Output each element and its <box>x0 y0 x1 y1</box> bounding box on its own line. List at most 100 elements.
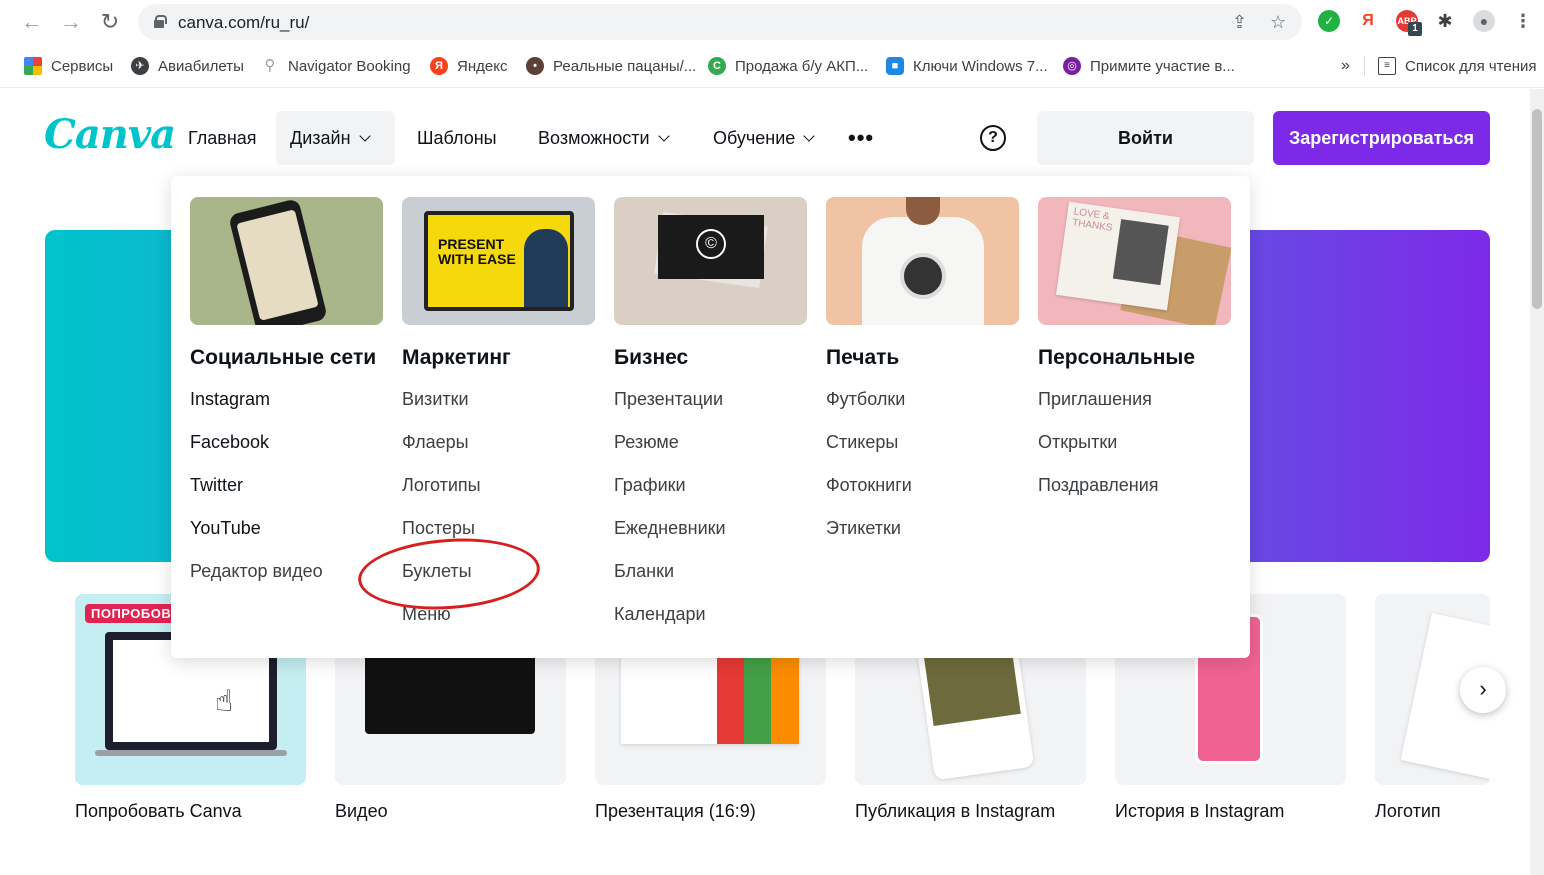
laptop-mockup: PRESENT WITH EASE <box>424 211 574 311</box>
design-dropdown-menu: Социальные сети Instagram Facebook Twitt… <box>171 176 1250 658</box>
tshirt-shape <box>862 217 984 325</box>
nav-label: Возможности <box>538 128 650 148</box>
personal-image[interactable]: LOVE & THANKS <box>1038 197 1231 325</box>
canva-logo[interactable]: Canva <box>44 111 176 158</box>
bookmark-divider <box>1364 56 1365 76</box>
page-scrollbar[interactable] <box>1530 89 1544 875</box>
bookmark-label: Реальные пацаны/... <box>553 57 697 75</box>
menu-link-video-editor[interactable]: Редактор видео <box>190 550 383 593</box>
bookmark-label: Navigator Booking <box>288 57 411 75</box>
more-dots-icon[interactable]: ••• <box>848 111 874 165</box>
address-bar[interactable]: canva.com/ru_ru/ ⇪ ☆ <box>138 4 1302 40</box>
bookmark-windows-keys[interactable]: ■ Ключи Windows 7... <box>886 56 1048 76</box>
menu-link-greetings[interactable]: Поздравления <box>1038 464 1231 507</box>
login-button[interactable]: Войти <box>1037 111 1254 165</box>
signup-button[interactable]: Зарегистрироваться <box>1273 111 1490 165</box>
reading-list-icon: ≡ <box>1378 57 1396 75</box>
menu-link-tshirts[interactable]: Футболки <box>826 378 1019 421</box>
menu-heading[interactable]: Бизнес <box>614 346 807 370</box>
reload-icon[interactable]: ↻ <box>98 10 122 34</box>
bookmark-navigator[interactable]: ⚲ Navigator Booking <box>261 56 411 76</box>
phone-mockup <box>228 198 328 325</box>
marketing-image[interactable]: PRESENT WITH EASE <box>402 197 595 325</box>
c-green-icon: C <box>708 57 726 75</box>
menu-link-twitter[interactable]: Twitter <box>190 464 383 507</box>
menu-heading[interactable]: Маркетинг <box>402 346 595 370</box>
menu-heading[interactable]: Персональные <box>1038 346 1231 370</box>
nav-label: Главная <box>188 128 257 148</box>
business-image[interactable]: © <box>614 197 807 325</box>
menu-link-presentations[interactable]: Презентации <box>614 378 807 421</box>
card-label: Презентация (16:9) <box>595 801 756 821</box>
card-label: Публикация в Instagram <box>855 801 1056 821</box>
scrollbar-thumb[interactable] <box>1532 109 1542 309</box>
menu-heading[interactable]: Социальные сети <box>190 346 383 370</box>
more-bookmarks-icon[interactable]: » <box>1341 56 1350 76</box>
menu-link-stickers[interactable]: Стикеры <box>826 421 1019 464</box>
menu-link-youtube[interactable]: YouTube <box>190 507 383 550</box>
bookmark-yandex[interactable]: Я Яндекс <box>430 56 507 76</box>
url-text: canva.com/ru_ru/ <box>178 13 310 32</box>
carousel-next-button[interactable]: › <box>1460 667 1506 713</box>
nav-templates[interactable]: Шаблоны <box>403 111 511 165</box>
menu-link-logos[interactable]: Логотипы <box>402 464 595 507</box>
yandex-extension-icon[interactable]: Я <box>1357 10 1379 32</box>
slide-photos <box>717 644 799 744</box>
bookmark-participate[interactable]: ◎ Примите участие в... <box>1063 56 1235 76</box>
bookmark-flights[interactable]: ✈ Авиабилеты <box>131 56 244 76</box>
chevron-down-icon <box>358 130 371 142</box>
menu-heading[interactable]: Печать <box>826 346 1019 370</box>
social-image[interactable] <box>190 197 383 325</box>
target-icon: ◎ <box>1063 57 1081 75</box>
bookmark-label: Примите участие в... <box>1090 57 1235 75</box>
yandex-icon: Я <box>430 57 448 75</box>
nav-design[interactable]: Дизайн <box>276 111 395 165</box>
menu-column-business: © Бизнес Презентации Резюме Графики Ежед… <box>614 197 807 636</box>
check-extension-icon[interactable]: ✓ <box>1318 10 1340 32</box>
tshirt-print <box>900 253 946 299</box>
bookmark-label: Ключи Windows 7... <box>913 57 1048 75</box>
menu-link-instagram[interactable]: Instagram <box>190 378 383 421</box>
reading-list[interactable]: ≡ Список для чтения <box>1378 56 1537 76</box>
bookmark-real-guys[interactable]: • Реальные пацаны/... <box>526 56 696 76</box>
help-icon[interactable]: ? <box>980 125 1006 151</box>
back-arrow-icon[interactable]: ← <box>20 10 44 34</box>
bookmark-akp[interactable]: C Продажа б/у АКП... <box>708 56 868 76</box>
menu-link-business-cards[interactable]: Визитки <box>402 378 595 421</box>
menu-link-calendars[interactable]: Календари <box>614 593 807 636</box>
puzzle-icon[interactable]: ✱ <box>1434 10 1456 32</box>
menu-link-facebook[interactable]: Facebook <box>190 421 383 464</box>
menu-link-resume[interactable]: Резюме <box>614 421 807 464</box>
bookmark-label: Авиабилеты <box>158 57 244 75</box>
nav-home[interactable]: Главная <box>174 111 271 165</box>
canva-page: ☝ ПОПРОБОВА Попробовать Canva »» Видео П… <box>0 89 1544 875</box>
nav-learn[interactable]: Обучение <box>699 111 827 165</box>
menu-link-flyers[interactable]: Флаеры <box>402 421 595 464</box>
adblock-extension-icon[interactable]: ABP 1 <box>1396 10 1422 36</box>
forward-arrow-icon[interactable]: → <box>59 10 83 34</box>
card-label: Логотип <box>1375 801 1441 821</box>
nav-features[interactable]: Возможности <box>524 111 682 165</box>
menu-link-graphs[interactable]: Графики <box>614 464 807 507</box>
bookmark-star-icon[interactable]: ☆ <box>1270 12 1286 33</box>
laptop-base <box>95 750 287 756</box>
browser-toolbar: ← → ↻ canva.com/ru_ru/ ⇪ ☆ ✓ Я ABP 1 ✱ ●… <box>0 0 1544 44</box>
menu-link-labels[interactable]: Этикетки <box>826 507 1019 550</box>
bookmark-label: Яндекс <box>457 57 508 75</box>
menu-link-forms[interactable]: Бланки <box>614 550 807 593</box>
bookmarks-bar: Сервисы ✈ Авиабилеты ⚲ Navigator Booking… <box>0 44 1544 88</box>
profile-avatar-icon[interactable]: ● <box>1473 10 1495 32</box>
print-image[interactable] <box>826 197 1019 325</box>
menu-kebab-icon[interactable]: ⋮ <box>1512 10 1534 32</box>
menu-link-postcards[interactable]: Открытки <box>1038 421 1231 464</box>
menu-link-planners[interactable]: Ежедневники <box>614 507 807 550</box>
photo-print <box>1112 219 1169 286</box>
menu-column-personal: LOVE & THANKS Персональные Приглашения О… <box>1038 197 1231 507</box>
hand-cursor-icon: ☝ <box>215 685 234 718</box>
bookmark-services[interactable]: Сервисы <box>24 56 113 76</box>
menu-column-social: Социальные сети Instagram Facebook Twitt… <box>190 197 383 593</box>
image-caption: LOVE & THANKS <box>1071 206 1114 234</box>
menu-link-photobooks[interactable]: Фотокниги <box>826 464 1019 507</box>
share-icon[interactable]: ⇪ <box>1232 12 1247 33</box>
menu-link-invitations[interactable]: Приглашения <box>1038 378 1231 421</box>
